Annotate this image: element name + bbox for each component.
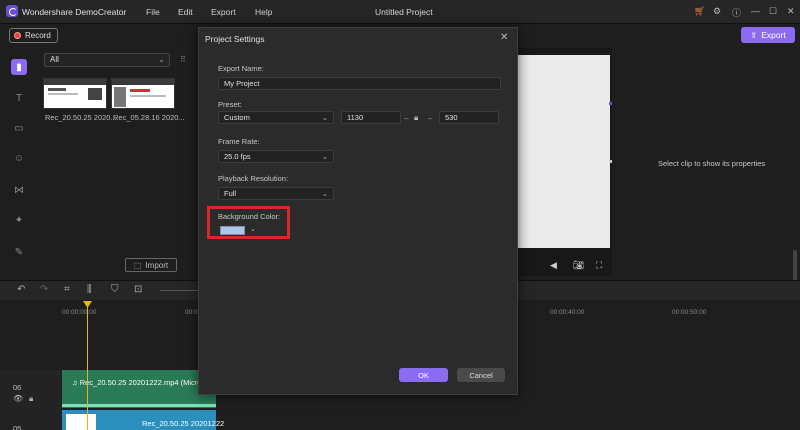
import-icon: ⬚ bbox=[133, 260, 142, 270]
audio-clip[interactable] bbox=[62, 370, 216, 408]
track-number: 06 bbox=[13, 383, 22, 392]
snapshot-icon[interactable]: 📷︎ bbox=[573, 260, 584, 271]
ok-button[interactable]: OK bbox=[399, 368, 448, 382]
frame-rate-label: Frame Rate: bbox=[218, 137, 260, 146]
sticker-icon[interactable]: ☺ bbox=[11, 150, 27, 166]
cancel-button[interactable]: Cancel bbox=[457, 368, 505, 382]
annotation-icon[interactable]: ▭ bbox=[11, 120, 27, 136]
grid-view-icon[interactable]: ⠿ bbox=[180, 55, 186, 64]
frame-rate-select[interactable]: 25.0 fps ⌄ bbox=[218, 150, 334, 163]
close-icon[interactable]: ✕ bbox=[500, 32, 508, 43]
preset-label: Preset: bbox=[218, 100, 242, 109]
audio-waveform bbox=[62, 404, 216, 407]
eye-icon[interactable]: 👁︎ bbox=[13, 394, 23, 403]
marker-icon[interactable]: ⛉ bbox=[111, 284, 119, 295]
import-label: Import bbox=[145, 260, 169, 270]
minimize-icon[interactable]: — bbox=[751, 6, 760, 16]
playback-resolution-select[interactable]: Full ⌄ bbox=[218, 187, 334, 200]
media-filter-value: All bbox=[50, 55, 59, 64]
ruler-time: 00:00:50:00 bbox=[672, 309, 707, 316]
chevron-down-icon: ⌄ bbox=[158, 55, 165, 64]
zoom-slider[interactable] bbox=[160, 290, 200, 291]
chevron-down-icon: ⌄ bbox=[321, 152, 328, 161]
chevron-down-icon: ⌄ bbox=[321, 113, 328, 122]
separator-dash: – bbox=[428, 114, 433, 123]
dialog-title: Project Settings bbox=[205, 34, 265, 44]
record-dot-icon bbox=[14, 32, 21, 39]
video-clip-thumbnail bbox=[66, 414, 96, 430]
media-thumbnail[interactable] bbox=[43, 78, 107, 109]
music-note-icon: ♫ bbox=[72, 378, 80, 387]
ruler-time: 00:00:00:00 bbox=[62, 309, 97, 316]
separator-dash: – bbox=[404, 114, 409, 123]
menu-export[interactable]: Export bbox=[211, 7, 236, 17]
redo-icon[interactable]: ↷ bbox=[40, 284, 48, 295]
menu-file[interactable]: File bbox=[146, 7, 160, 17]
record-button[interactable]: Record bbox=[9, 28, 58, 43]
undo-icon[interactable]: ↶ bbox=[17, 284, 25, 295]
export-label: Export bbox=[761, 30, 786, 40]
audio-clip-label: ♫ Rec_20.50.25 20201222.mp4 (Microph bbox=[72, 378, 210, 387]
preset-select[interactable]: Custom ⌄ bbox=[218, 111, 334, 124]
crop-icon[interactable]: ⌗ bbox=[64, 284, 70, 295]
import-button[interactable]: ⬚ Import bbox=[125, 258, 177, 272]
media-library-icon[interactable]: ▮ bbox=[11, 59, 27, 75]
properties-empty-text: Select clip to show its properties bbox=[658, 159, 766, 168]
maximize-icon[interactable]: ☐ bbox=[769, 6, 777, 17]
frame-rate-value: 25.0 fps bbox=[224, 152, 251, 161]
playback-resolution-label: Playback Resolution: bbox=[218, 174, 289, 183]
document-title: Untitled Project bbox=[375, 7, 433, 17]
lock-icon[interactable]: 🔒︎ bbox=[29, 394, 33, 404]
close-window-icon[interactable]: ✕ bbox=[787, 6, 795, 17]
record-label: Record bbox=[25, 31, 51, 40]
media-item-name: Rec_05.28.16 2020... bbox=[113, 113, 185, 122]
export-button[interactable]: ⇪ Export bbox=[741, 27, 795, 43]
canvas-handle[interactable] bbox=[609, 160, 612, 163]
app-title: Wondershare DemoCreator bbox=[22, 7, 127, 17]
highlight-box bbox=[207, 206, 290, 239]
playhead[interactable] bbox=[87, 304, 88, 430]
menu-edit[interactable]: Edit bbox=[178, 7, 193, 17]
export-name-label: Export Name: bbox=[218, 64, 264, 73]
media-item-name: Rec_20.50.25 2020... bbox=[45, 113, 117, 122]
media-thumbnail[interactable] bbox=[111, 78, 175, 109]
menu-help[interactable]: Help bbox=[255, 7, 272, 17]
media-filter-select[interactable]: All ⌄ bbox=[44, 53, 170, 67]
split-icon[interactable]: ⫼ bbox=[87, 284, 92, 295]
settings-icon[interactable]: ⚙ bbox=[713, 6, 721, 17]
transition-icon[interactable]: ⋈ bbox=[11, 182, 27, 198]
height-input[interactable]: 530 bbox=[439, 111, 499, 124]
width-input[interactable]: 1130 bbox=[341, 111, 401, 124]
help-icon[interactable]: ⓘ bbox=[732, 6, 741, 19]
aspect-lock-icon[interactable]: 🔒︎ bbox=[414, 113, 418, 123]
canvas-handle[interactable] bbox=[609, 102, 612, 105]
app-logo-icon bbox=[6, 5, 18, 17]
fit-icon[interactable]: ⊡ bbox=[134, 284, 142, 295]
video-clip-label: Rec_20.50.25 20201222 bbox=[142, 419, 225, 428]
cart-icon[interactable]: 🛒︎ bbox=[694, 6, 705, 17]
preview-canvas bbox=[518, 55, 610, 248]
upload-icon: ⇪ bbox=[750, 29, 758, 40]
preset-value: Custom bbox=[224, 113, 250, 122]
ruler-time: 00:00:40:00 bbox=[550, 309, 585, 316]
playback-resolution-value: Full bbox=[224, 189, 237, 198]
volume-icon[interactable]: ◀︎ bbox=[550, 260, 557, 271]
effects-icon[interactable]: ✦ bbox=[11, 212, 27, 228]
export-name-input[interactable]: My Project bbox=[218, 77, 501, 90]
chevron-down-icon: ⌄ bbox=[321, 189, 328, 198]
fullscreen-icon[interactable]: ⛶ bbox=[596, 260, 602, 271]
track-number: 05 bbox=[13, 424, 22, 430]
pin-icon[interactable]: ✎ bbox=[11, 244, 27, 260]
text-icon[interactable]: T bbox=[11, 90, 27, 106]
